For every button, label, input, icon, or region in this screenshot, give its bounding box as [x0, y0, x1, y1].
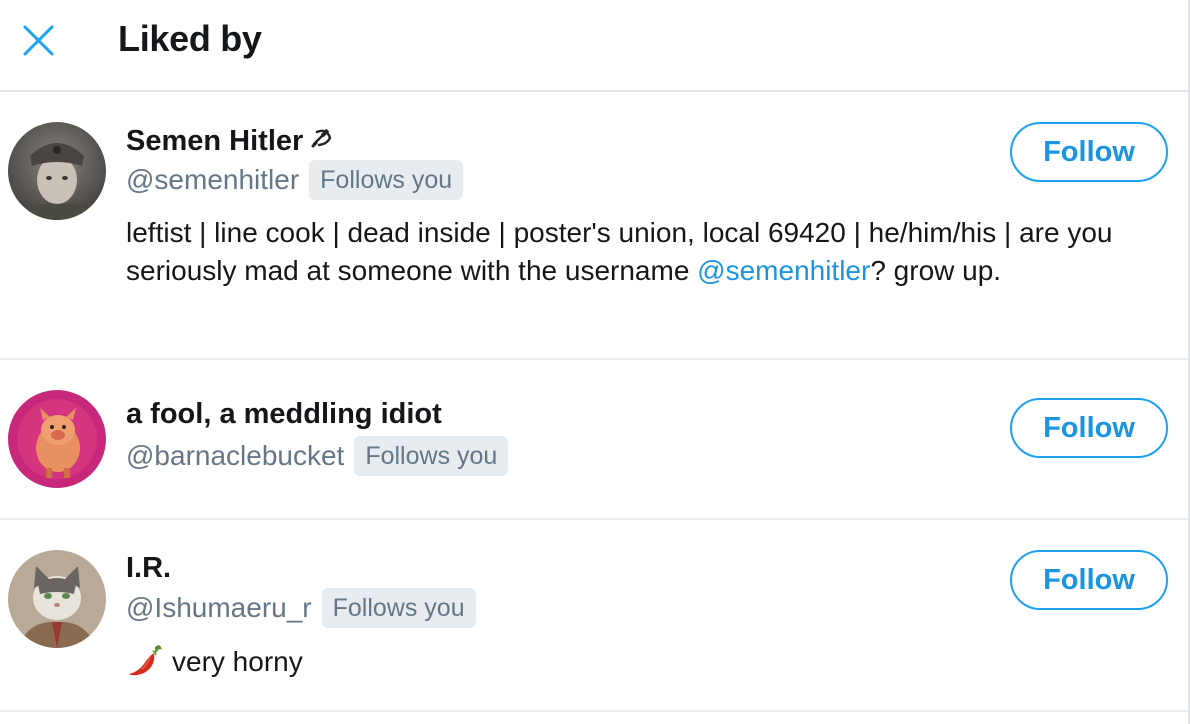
user-row[interactable]: I.R. @Ishumaeru_r Follows you very horny… — [0, 520, 1188, 712]
follows-you-badge: Follows you — [321, 588, 476, 628]
follow-button[interactable]: Follow — [1010, 122, 1168, 182]
follows-you-badge: Follows you — [309, 160, 464, 200]
user-bio: very horny — [126, 642, 1166, 681]
avatar[interactable] — [8, 550, 106, 648]
user-handle[interactable]: @barnaclebucket — [126, 440, 344, 472]
follow-button[interactable]: Follow — [1010, 550, 1168, 610]
user-row[interactable]: a fool, a meddling idiot @barnaclebucket… — [0, 360, 1188, 520]
close-icon — [23, 25, 54, 56]
user-handle[interactable]: @semenhitler — [126, 164, 299, 196]
modal-header: Liked by — [0, 0, 1188, 92]
close-button[interactable] — [19, 21, 59, 61]
user-name[interactable]: Semen Hitler — [126, 124, 335, 158]
user-bio: leftist | line cook | dead inside | post… — [126, 217, 1113, 286]
follow-button[interactable]: Follow — [1010, 398, 1168, 458]
user-row[interactable]: Semen Hitler @semenhitler Follows you le… — [0, 92, 1188, 360]
page-title: Liked by — [118, 18, 262, 59]
hot-pepper-icon — [129, 645, 162, 676]
avatar[interactable] — [8, 122, 106, 220]
user-name[interactable]: I.R. — [126, 552, 171, 585]
hammer-and-sickle-icon — [311, 128, 332, 148]
user-handle[interactable]: @Ishumaeru_r — [126, 592, 312, 624]
bio-mention-link[interactable]: @semenhitler — [697, 255, 870, 286]
follows-you-badge: Follows you — [354, 436, 509, 476]
user-name[interactable]: a fool, a meddling idiot — [126, 398, 442, 431]
avatar[interactable] — [8, 390, 106, 488]
